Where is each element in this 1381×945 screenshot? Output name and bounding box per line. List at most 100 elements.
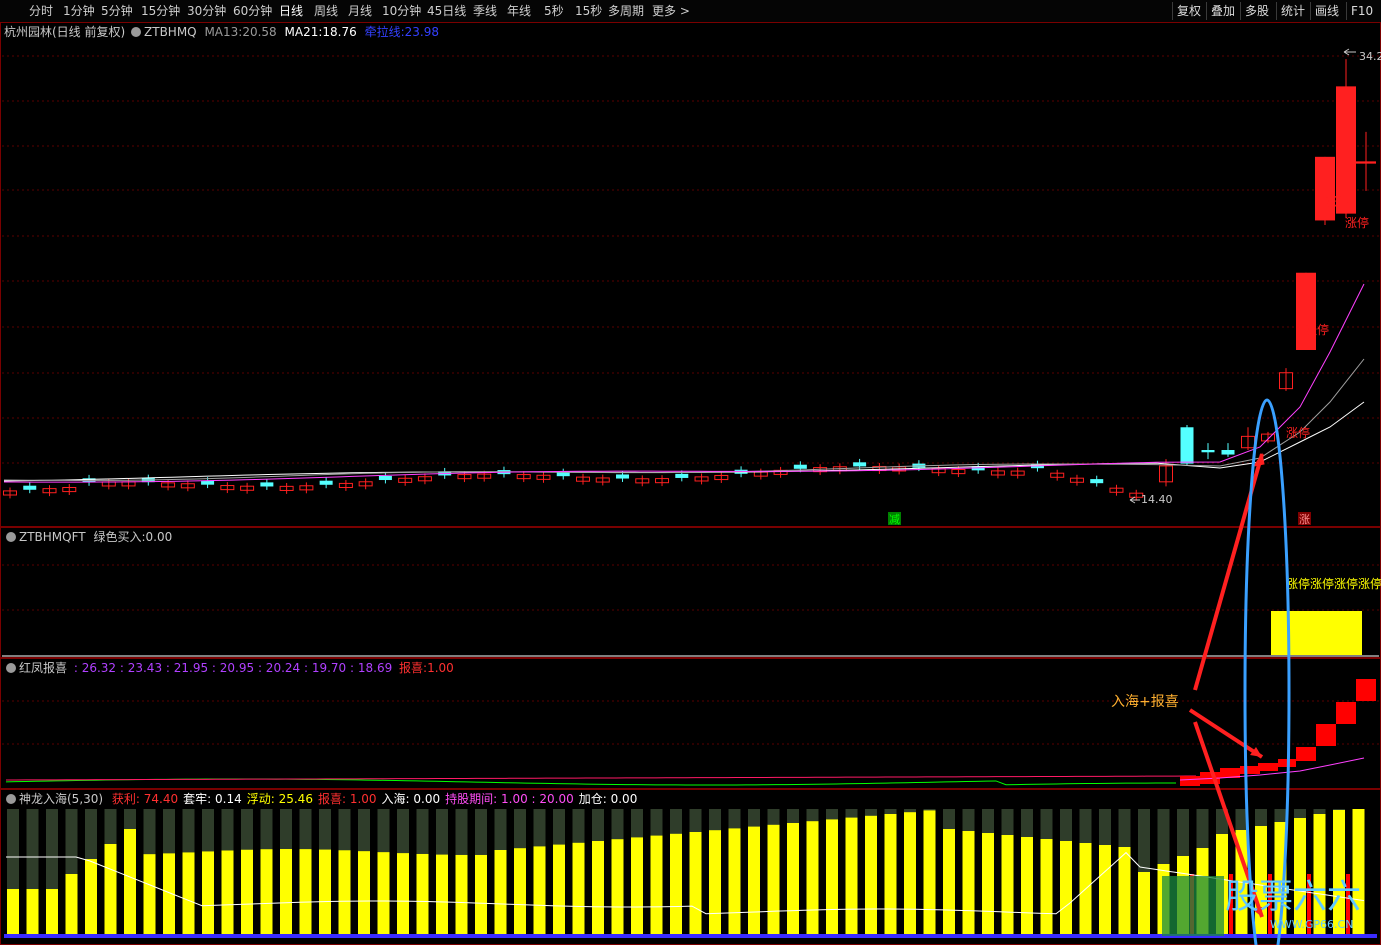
floating-bar <box>611 839 624 934</box>
baoxi-box <box>1296 747 1316 761</box>
candle-body <box>23 485 37 490</box>
period-tab-13[interactable]: 5秒 <box>544 3 564 19</box>
floating-bar <box>397 853 409 934</box>
period-tab-5[interactable]: 60分钟 <box>233 3 272 19</box>
toolbar-button-5[interactable]: F10 <box>1346 2 1377 20</box>
baoxi-box <box>1316 724 1336 746</box>
watermark-url: WWW.GP66.CN <box>1270 918 1353 931</box>
hongfeng-green-line <box>5 778 1177 786</box>
toolbar-button-0[interactable]: 复权 <box>1172 2 1205 20</box>
candle-body <box>378 475 392 481</box>
floating-bar <box>358 851 370 934</box>
floating-bar <box>553 844 565 934</box>
period-tab-14[interactable]: 15秒 <box>575 3 602 19</box>
ma13-line <box>3 283 1365 483</box>
period-tab-3[interactable]: 15分钟 <box>141 3 180 19</box>
period-tab-1[interactable]: 1分钟 <box>63 3 95 19</box>
floating-bar <box>182 852 195 934</box>
buy-signal-bar <box>1271 611 1362 655</box>
floating-bar <box>7 889 19 934</box>
floating-bar <box>455 854 468 934</box>
period-tab-10[interactable]: 45日线 <box>427 3 466 19</box>
candle-body <box>675 473 689 478</box>
floating-bar <box>494 850 507 934</box>
candle-body <box>1201 450 1215 453</box>
floating-bar <box>124 829 136 934</box>
period-tab-7[interactable]: 周线 <box>314 3 338 19</box>
limit-up-candle <box>1296 272 1316 350</box>
period-tab-0[interactable]: 分时 <box>29 3 53 19</box>
floating-bar <box>962 831 975 934</box>
floating-bar <box>1118 847 1131 934</box>
floating-bar <box>533 846 546 934</box>
low-pointer <box>1129 496 1140 504</box>
baoxi-box <box>1180 776 1200 786</box>
floating-bar <box>1021 837 1033 934</box>
floating-bar <box>416 853 429 934</box>
floating-bar <box>748 826 760 934</box>
floating-bar <box>572 842 585 934</box>
floating-bar <box>904 812 916 934</box>
candle-body <box>616 474 630 479</box>
panel2-limit-text: 涨停涨停涨停涨停 <box>1286 576 1381 591</box>
floating-bar <box>923 810 936 934</box>
period-tab-12[interactable]: 年线 <box>507 3 531 19</box>
candle-body <box>1221 450 1235 455</box>
marker-jian: 减 <box>889 513 900 526</box>
period-tab-6[interactable]: 日线 <box>279 3 303 19</box>
period-tab-2[interactable]: 5分钟 <box>101 3 133 19</box>
candle-body <box>793 464 807 469</box>
floating-bar <box>65 874 78 934</box>
limit-up-label: 涨停 <box>1305 322 1329 337</box>
floating-bar <box>1001 835 1014 934</box>
floating-bar <box>299 849 312 934</box>
floating-bar <box>767 824 780 934</box>
floating-bar <box>338 850 351 934</box>
floating-bar <box>260 849 273 934</box>
marker-zhang: 涨 <box>1299 513 1310 526</box>
floating-bar <box>884 814 897 934</box>
floating-bar <box>143 854 156 934</box>
toolbar-button-4[interactable]: 画线 <box>1310 2 1343 20</box>
floating-bar <box>1040 839 1053 934</box>
low-price-label: 14.40 <box>1141 493 1173 506</box>
floating-bar <box>787 823 799 934</box>
floating-bar <box>163 853 175 934</box>
floating-bar <box>631 837 643 934</box>
limit-up-candle <box>1315 156 1335 221</box>
floating-bar <box>709 830 721 934</box>
limit-up-candle <box>1356 161 1376 164</box>
floating-bar <box>943 829 955 934</box>
floating-bar <box>670 833 682 934</box>
floating-bar <box>26 889 39 934</box>
period-tab-15[interactable]: 多周期 <box>608 3 644 19</box>
candle-body <box>1180 427 1194 464</box>
candle-body <box>1090 479 1104 484</box>
watermark-brand: 股票六六 <box>1225 877 1361 917</box>
floating-bar <box>845 817 858 934</box>
candle-body <box>319 480 333 485</box>
floating-bar <box>514 848 526 934</box>
toolbar-button-3[interactable]: 统计 <box>1276 2 1309 20</box>
floating-bar <box>280 849 292 934</box>
period-tab-4[interactable]: 30分钟 <box>187 3 226 19</box>
floating-bar <box>689 832 702 934</box>
period-tab-16[interactable]: 更多 > <box>652 3 690 19</box>
chart-canvas: 34.214.40涨停涨停涨停涨停减 涨涨停涨停涨停涨停入海+报喜股票六六WWW.… <box>2 48 1381 945</box>
toolbar-button-2[interactable]: 多股 <box>1240 2 1273 20</box>
limit-up-label: 涨停 <box>1345 215 1369 230</box>
hongfeng-red-line <box>5 775 1197 781</box>
annotation-text: 入海+报喜 <box>1111 694 1179 710</box>
baoxi-box <box>1336 702 1356 724</box>
floating-bar <box>1138 872 1150 934</box>
floating-bar <box>436 854 448 934</box>
floating-bar <box>202 851 214 934</box>
toolbar-button-1[interactable]: 叠加 <box>1206 2 1239 20</box>
period-tab-9[interactable]: 10分钟 <box>382 3 421 19</box>
candle-body <box>853 462 867 467</box>
baoxi-box <box>1356 679 1376 701</box>
baoxi-box <box>1258 763 1278 771</box>
period-tab-11[interactable]: 季线 <box>473 3 497 19</box>
period-tab-8[interactable]: 月线 <box>348 3 372 19</box>
baoxi-box <box>1240 766 1260 774</box>
